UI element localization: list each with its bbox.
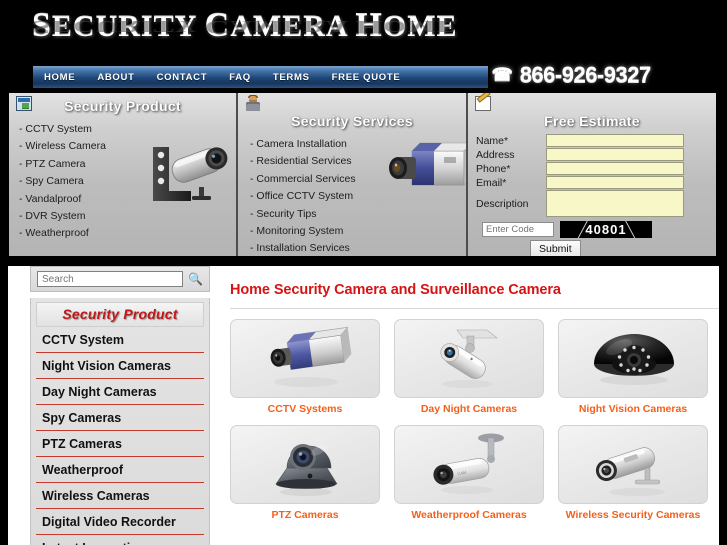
phone-field[interactable] — [546, 162, 684, 175]
product-card: Day Night Cameras — [394, 319, 544, 415]
white-bullet-camera-ceiling-mount-thumbnail[interactable]: CAM — [394, 425, 544, 504]
sidebar-item-digital-video-recorder[interactable]: Digital Video Recorder — [36, 509, 204, 535]
security-services-list-item[interactable]: - Monitoring System — [250, 223, 466, 240]
captcha-input[interactable] — [482, 222, 554, 237]
site-header: SECURITY CAMERA HOME SECURITY CAMERA HOM… — [0, 0, 727, 62]
form-row: Phone* — [476, 162, 716, 175]
sidebar-item-wireless-cameras[interactable]: Wireless Cameras — [36, 483, 204, 509]
form-row: Address — [476, 148, 716, 161]
product-card-label[interactable]: CCTV Systems — [230, 403, 380, 415]
description-field[interactable] — [546, 190, 684, 217]
sidebar-item-weatherproof[interactable]: Weatherproof — [36, 457, 204, 483]
main-content: Home Security Camera and Surveillance Ca… — [230, 282, 719, 521]
left-sidebar: 🔍 Security Product CCTV SystemNight Visi… — [30, 266, 210, 545]
page-title: Home Security Camera and Surveillance Ca… — [230, 282, 561, 298]
form-row: Name* — [476, 134, 716, 147]
address-field-label: Address — [476, 148, 515, 161]
nav-home[interactable]: HOME — [33, 72, 86, 83]
page-root: SECURITY CAMERA HOME SECURITY CAMERA HOM… — [0, 0, 727, 545]
security-product-list-item[interactable]: - CCTV System — [19, 121, 236, 138]
form-row: Description — [476, 190, 716, 217]
security-services-list-item[interactable]: - Residential Services — [250, 153, 466, 170]
security-services-list-item[interactable]: - Security Tips — [250, 206, 466, 223]
dark-grey-ptz-dome-camera-thumbnail[interactable] — [230, 425, 380, 504]
phone-icon: ☎ — [492, 65, 513, 84]
blue-silver-box-camera-thumbnail[interactable] — [230, 319, 380, 398]
product-card-label[interactable]: Wireless Security Cameras — [558, 509, 708, 521]
security-product-list-item[interactable]: - Weatherproof — [19, 225, 236, 242]
email-field-label: Email* — [476, 176, 507, 189]
product-card-grid: CCTV Systems Day Night Cameras Night Vis… — [230, 319, 719, 521]
free-estimate-form: Name* Address Phone* Email* Description — [468, 134, 716, 217]
security-services-list-item[interactable]: - Commercial Services — [250, 171, 466, 188]
search-box: 🔍 — [30, 266, 210, 292]
panel-title-security-product: Security Product — [64, 98, 181, 114]
product-card-label[interactable]: Night Vision Cameras — [558, 403, 708, 415]
panel-security-product: Security Product - CCTV System - Wireless… — [9, 93, 238, 256]
product-card: Wireless Security Cameras — [558, 425, 708, 521]
top-panels: Security Product - CCTV System - Wireless… — [8, 92, 719, 257]
product-card: Night Vision Cameras — [558, 319, 708, 415]
white-ceiling-mount-bullet-camera-thumbnail[interactable] — [394, 319, 544, 398]
captcha-image: 40801 — [560, 221, 652, 238]
submit-button[interactable]: Submit — [530, 240, 581, 256]
sidebar-item-spy-cameras[interactable]: Spy Cameras — [36, 405, 204, 431]
address-field[interactable] — [546, 148, 684, 161]
phone-number-text: 866-926-9327 — [519, 62, 652, 87]
nav-terms[interactable]: TERMS — [262, 72, 321, 83]
email-field[interactable] — [546, 176, 684, 189]
security-services-list-item[interactable]: - Camera Installation — [250, 136, 466, 153]
name-field[interactable] — [546, 134, 684, 147]
sidebar-menu-header: Security Product — [36, 302, 204, 327]
panel-security-services: Security Services - Camera Installation -… — [238, 93, 468, 256]
captcha-row: 40801 — [482, 221, 716, 238]
black-dome-camera-with-ir-leds-thumbnail[interactable] — [558, 319, 708, 398]
security-product-list-item[interactable]: - Spy Camera — [19, 173, 236, 190]
nav-faq[interactable]: FAQ — [218, 72, 262, 83]
security-services-list-item[interactable]: - Office CCTV System — [250, 188, 466, 205]
security-product-list-item[interactable]: - PTZ Camera — [19, 156, 236, 173]
technician-person-icon — [245, 95, 261, 111]
product-card-label[interactable]: PTZ Cameras — [230, 509, 380, 521]
sidebar-item-ptz-cameras[interactable]: PTZ Cameras — [36, 431, 204, 457]
captcha-code-text: 40801 — [585, 222, 627, 237]
page-body: 🔍 Security Product CCTV SystemNight Visi… — [8, 266, 719, 545]
nav-free-quote[interactable]: FREE QUOTE — [321, 72, 412, 83]
sidebar-item-latest-innovations[interactable]: Latest Innovations — [36, 535, 204, 545]
site-logo-reflection: SECURITY CAMERA HOME — [32, 16, 458, 37]
phone-number-display: ☎ 866-926-9327 — [492, 62, 651, 88]
panel-title-security-services: Security Services — [291, 113, 413, 129]
panel-title-free-estimate: Free Estimate — [544, 113, 640, 129]
description-field-label: Description — [476, 197, 529, 210]
product-card: CCTV Systems — [230, 319, 380, 415]
sidebar-item-day-night-cameras[interactable]: Day Night Cameras — [36, 379, 204, 405]
main-navigation: HOME ABOUT CONTACT FAQ TERMS FREE QUOTE — [33, 66, 488, 88]
phone-field-label: Phone* — [476, 162, 511, 175]
silver-bullet-camera-on-stand-thumbnail[interactable] — [558, 425, 708, 504]
security-product-list-item[interactable]: - Wireless Camera — [19, 138, 236, 155]
security-product-list-item[interactable]: - DVR System — [19, 208, 236, 225]
title-divider — [230, 308, 719, 309]
panel-free-estimate: Free Estimate Name* Address Phone* Email* De… — [468, 93, 716, 256]
product-card-label[interactable]: Weatherproof Cameras — [394, 509, 544, 521]
security-services-list-item[interactable]: - Installation Services — [250, 240, 466, 256]
sidebar-menu: Security Product CCTV System Night Vision… — [30, 298, 210, 545]
sidebar-item-cctv-system[interactable]: CCTV System — [36, 327, 204, 353]
nav-about[interactable]: ABOUT — [86, 72, 145, 83]
form-row: Email* — [476, 176, 716, 189]
product-card-label[interactable]: Day Night Cameras — [394, 403, 544, 415]
search-input[interactable] — [37, 271, 184, 287]
product-card: CAM Weatherproof Cameras — [394, 425, 544, 521]
security-services-list: - Camera Installation - Residential Servi… — [250, 136, 466, 256]
product-card: PTZ Cameras — [230, 425, 380, 521]
sidebar-item-night-vision-cameras[interactable]: Night Vision Cameras — [36, 353, 204, 379]
name-field-label: Name* — [476, 134, 509, 147]
security-product-list-item[interactable]: - Vandalproof — [19, 191, 236, 208]
nav-contact[interactable]: CONTACT — [146, 72, 219, 83]
pencil-edit-icon — [475, 96, 491, 111]
security-product-list: - CCTV System - Wireless Camera - PTZ Came… — [19, 121, 236, 243]
search-icon[interactable]: 🔍 — [188, 272, 203, 286]
